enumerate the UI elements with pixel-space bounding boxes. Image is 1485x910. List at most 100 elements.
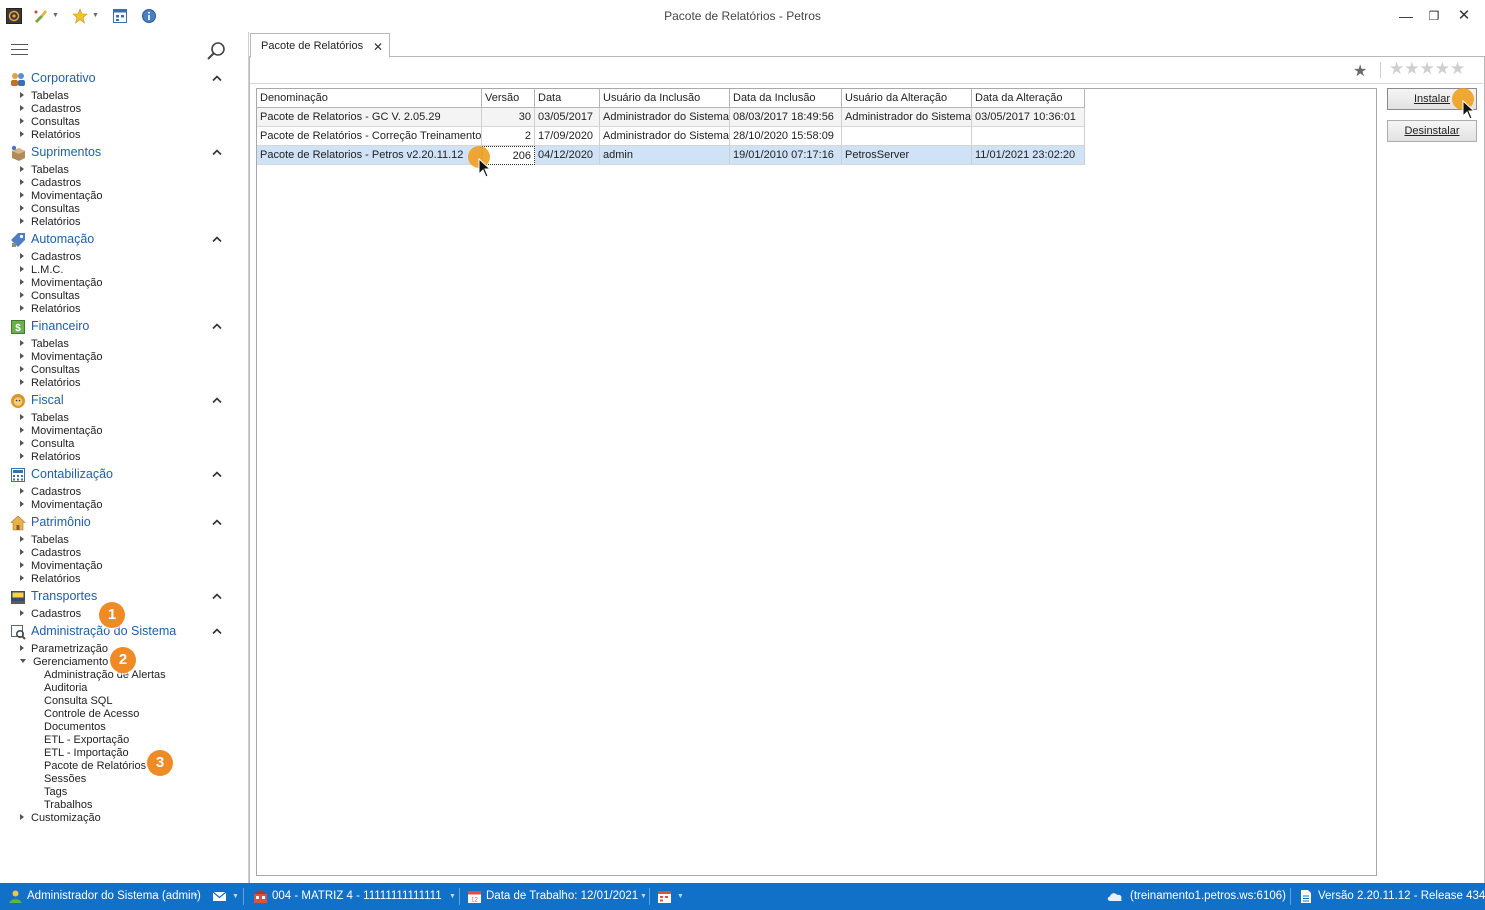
table-cell[interactable]: Administrador do Sistema xyxy=(600,127,730,146)
sidebar-group-administracao[interactable]: Administração do Sistema xyxy=(10,624,240,640)
table-cell[interactable]: Pacote de Relatorios - Petros v2.20.11.1… xyxy=(257,146,482,165)
expand-right-icon[interactable] xyxy=(20,279,24,285)
table-cell[interactable]: 08/03/2017 18:49:56 xyxy=(730,108,842,127)
sidebar-group-fiscal[interactable]: Fiscal xyxy=(10,393,240,409)
user-dropdown-icon[interactable]: ▼ xyxy=(192,883,199,910)
sidebar-subitem[interactable]: Sessões xyxy=(44,773,86,786)
sidebar-item[interactable]: Relatórios xyxy=(20,129,81,142)
expand-right-icon[interactable] xyxy=(20,266,24,272)
chevron-up-icon[interactable] xyxy=(212,321,222,330)
sidebar-item[interactable]: Relatórios xyxy=(20,377,81,390)
expand-right-icon[interactable] xyxy=(20,488,24,494)
sidebar-item[interactable]: Relatórios xyxy=(20,216,81,229)
table-cell[interactable]: Pacote de Relatorios - GC V. 2.05.29 xyxy=(257,108,482,127)
hamburger-menu-icon[interactable] xyxy=(11,44,28,56)
expand-right-icon[interactable] xyxy=(20,131,24,137)
expand-right-icon[interactable] xyxy=(20,575,24,581)
sidebar-subitem[interactable]: Documentos xyxy=(44,721,106,734)
sidebar-item[interactable]: Consulta xyxy=(20,438,74,451)
table-row[interactable]: Pacote de Relatorios - GC V. 2.05.29 30 03… xyxy=(257,108,1085,127)
sidebar-group-financeiro[interactable]: $ Financeiro xyxy=(10,319,240,335)
column-header[interactable]: Usuário da Inclusão xyxy=(600,89,730,108)
expand-down-icon[interactable] xyxy=(20,659,26,663)
schedule-dropdown-icon[interactable]: ▼ xyxy=(677,883,684,910)
sidebar-item[interactable]: Movimentação xyxy=(20,277,103,290)
table-cell[interactable]: 03/05/2017 10:36:01 xyxy=(972,108,1085,127)
sidebar-group-suprimentos[interactable]: Suprimentos xyxy=(10,145,240,161)
table-cell[interactable] xyxy=(842,127,972,146)
table-cell[interactable]: 2 xyxy=(482,127,535,146)
sidebar-item[interactable]: Relatórios xyxy=(20,303,81,316)
sidebar-item[interactable]: Cadastros xyxy=(20,608,81,621)
expand-right-icon[interactable] xyxy=(20,118,24,124)
sidebar-subitem[interactable]: Auditoria xyxy=(44,682,87,695)
minimize-button[interactable]: — xyxy=(1393,6,1419,26)
sidebar-item[interactable]: Consultas xyxy=(20,290,80,303)
sidebar-item[interactable]: Movimentação xyxy=(20,351,103,364)
sidebar-item[interactable]: Movimentação xyxy=(20,560,103,573)
company-dropdown-icon[interactable]: ▼ xyxy=(449,883,456,910)
expand-right-icon[interactable] xyxy=(20,610,24,616)
table-cell[interactable]: Administrador do Sistema xyxy=(842,108,972,127)
table-row[interactable]: Pacote de Relatorios - Petros v2.20.11.1… xyxy=(257,146,1085,165)
expand-right-icon[interactable] xyxy=(20,814,24,820)
favorite-star-icon[interactable]: ★ xyxy=(1353,61,1367,81)
chevron-up-icon[interactable] xyxy=(212,73,222,82)
column-header[interactable]: Versão xyxy=(482,89,535,108)
expand-right-icon[interactable] xyxy=(20,501,24,507)
expand-right-icon[interactable] xyxy=(20,218,24,224)
sidebar-item[interactable]: Cadastros xyxy=(20,486,81,499)
sidebar-subitem[interactable]: ETL - Exportação xyxy=(44,734,129,747)
status-work-date[interactable]: Data de Trabalho: 12/01/2021 xyxy=(486,883,638,910)
sidebar-subitem[interactable]: ETL - Importação xyxy=(44,747,129,760)
sidebar-item[interactable]: Movimentação xyxy=(20,499,103,512)
sidebar-group-corporativo[interactable]: Corporativo xyxy=(10,71,240,87)
sidebar-item[interactable]: Movimentação xyxy=(20,190,103,203)
sidebar-item[interactable]: L.M.C. xyxy=(20,264,63,277)
expand-right-icon[interactable] xyxy=(20,179,24,185)
sidebar-item[interactable]: Cadastros xyxy=(20,251,81,264)
expand-right-icon[interactable] xyxy=(20,192,24,198)
chevron-up-icon[interactable] xyxy=(212,517,222,526)
sidebar-item[interactable]: Relatórios xyxy=(20,451,81,464)
table-cell[interactable]: admin xyxy=(600,146,730,165)
column-header[interactable]: Usuário da Alteração xyxy=(842,89,972,108)
sidebar-subitem[interactable]: Consulta SQL xyxy=(44,695,112,708)
sidebar-group-patrimonio[interactable]: Patrimônio xyxy=(10,515,240,531)
chevron-up-icon[interactable] xyxy=(212,147,222,156)
report-packages-grid[interactable]: Denominação Versão Data Usuário da Inclusão… xyxy=(256,88,1377,876)
mail-icon[interactable] xyxy=(212,889,227,904)
chevron-up-icon[interactable] xyxy=(212,591,222,600)
table-cell[interactable] xyxy=(972,127,1085,146)
chevron-up-icon[interactable] xyxy=(212,469,222,478)
status-user[interactable]: Administrador do Sistema (admin) xyxy=(27,883,201,910)
sidebar-item[interactable]: Tabelas xyxy=(20,90,69,103)
column-header[interactable]: Data da Inclusão xyxy=(730,89,842,108)
column-header[interactable]: Denominação xyxy=(257,89,482,108)
table-cell[interactable]: 19/01/2010 07:17:16 xyxy=(730,146,842,165)
column-header[interactable]: Data xyxy=(535,89,600,108)
expand-right-icon[interactable] xyxy=(20,453,24,459)
sidebar-item[interactable]: Consultas xyxy=(20,203,80,216)
expand-right-icon[interactable] xyxy=(20,645,24,651)
schedule-icon[interactable] xyxy=(657,889,672,904)
table-cell[interactable]: 30 xyxy=(482,108,535,127)
sidebar-item[interactable]: Gerenciamento xyxy=(20,656,108,669)
sidebar-item[interactable]: Movimentação xyxy=(20,425,103,438)
sidebar-subitem[interactable]: Pacote de Relatórios xyxy=(44,760,146,773)
table-cell[interactable]: PetrosServer xyxy=(842,146,972,165)
expand-right-icon[interactable] xyxy=(20,205,24,211)
tab-pacote-de-relatorios[interactable]: Pacote de Relatórios ✕ xyxy=(250,33,390,58)
sidebar-item[interactable]: Tabelas xyxy=(20,412,69,425)
expand-right-icon[interactable] xyxy=(20,92,24,98)
table-cell[interactable]: Administrador do Sistema xyxy=(600,108,730,127)
expand-right-icon[interactable] xyxy=(20,253,24,259)
sidebar-item[interactable]: Cadastros xyxy=(20,547,81,560)
table-cell[interactable]: 03/05/2017 xyxy=(535,108,600,127)
expand-right-icon[interactable] xyxy=(20,340,24,346)
sidebar-item[interactable]: Tabelas xyxy=(20,338,69,351)
uninstall-button[interactable]: Desinstalar xyxy=(1387,120,1477,142)
sidebar-item[interactable]: Relatórios xyxy=(20,573,81,586)
sidebar-subitem[interactable]: Trabalhos xyxy=(44,799,93,812)
sidebar-item[interactable]: Cadastros xyxy=(20,177,81,190)
